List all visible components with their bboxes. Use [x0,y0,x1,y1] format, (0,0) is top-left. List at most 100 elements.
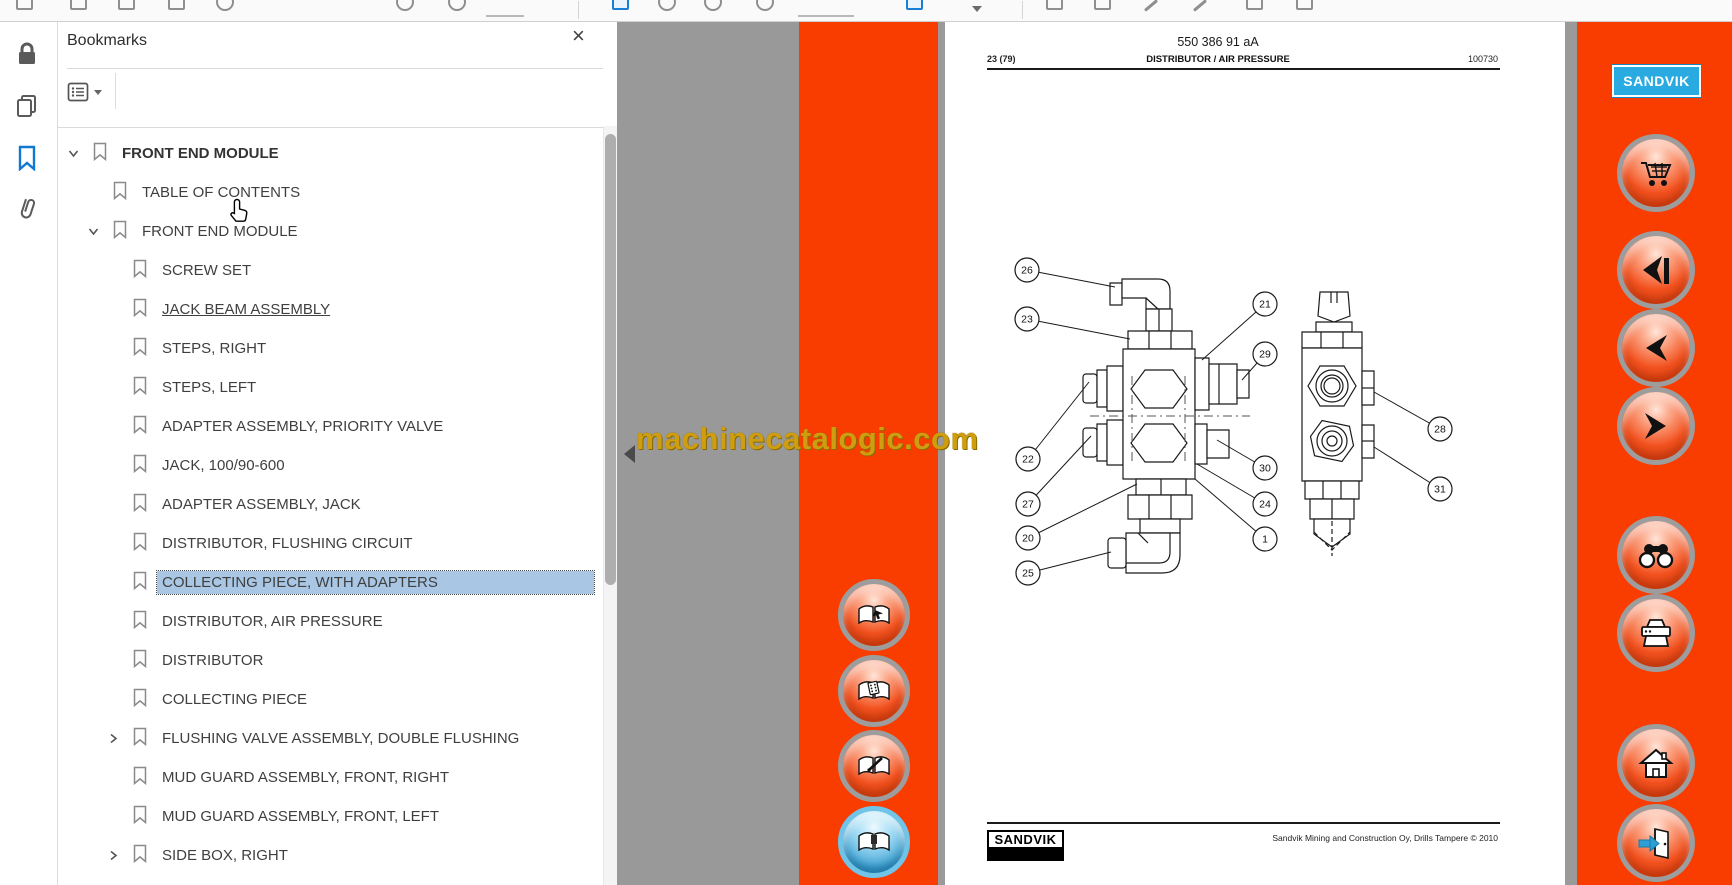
bookmark-item-label[interactable]: TABLE OF CONTENTS [137,181,305,204]
undo-icon[interactable] [396,0,414,11]
search-icon[interactable] [216,0,234,11]
catalog-pointer-button[interactable] [838,579,910,651]
bookmark-item[interactable]: TABLE OF CONTENTS [58,173,603,212]
expander-chevron-icon[interactable] [68,146,92,162]
first-page-button[interactable] [1617,231,1695,309]
zoom-level-field[interactable] [486,3,524,17]
stamp-tool-icon[interactable] [1246,0,1263,10]
bookmarks-panel-icon[interactable] [12,143,42,173]
callout-number: 1 [1262,534,1268,546]
lock-icon[interactable] [12,39,42,69]
bookmark-add-icon[interactable] [70,0,87,10]
expander-chevron-icon[interactable] [108,653,132,669]
bookmark-item[interactable]: ADAPTER ASSEMBLY, PRIORITY VALVE [58,407,603,446]
print-button[interactable] [1617,594,1695,672]
print-icon[interactable] [16,0,33,10]
catalog-tools-button[interactable] [838,730,910,802]
bookmark-item-label[interactable]: STEPS, LEFT [157,376,261,399]
bookmark-item-label[interactable]: MUD GUARD ASSEMBLY, FRONT, LEFT [157,805,444,828]
cart-button[interactable] [1617,134,1695,212]
bookmark-item-label[interactable]: DISTRIBUTOR [157,649,268,672]
bookmark-item-label[interactable]: ADAPTER ASSEMBLY, JACK [157,493,366,516]
bookmark-item-label[interactable]: COLLECTING PIECE [157,688,312,711]
bookmark-item[interactable]: FRONT END MODULE [58,134,603,173]
bookmark-item[interactable]: COLLECTING PIECE, WITH ADAPTERS [58,563,603,602]
expander-chevron-icon[interactable] [88,185,112,201]
bookmark-item[interactable]: MUD GUARD ASSEMBLY, FRONT, LEFT [58,797,603,836]
exit-button[interactable] [1617,804,1695,882]
expander-chevron-icon[interactable] [108,575,132,591]
zoom-in-icon[interactable] [756,0,774,11]
bookmark-item-label[interactable]: JACK, 100/90-600 [157,454,290,477]
collapse-panel-arrow-icon[interactable] [624,445,635,463]
hand-tool-icon[interactable] [658,0,676,11]
attachments-paperclip-icon[interactable] [12,194,42,224]
bookmark-item[interactable]: JACK, 100/90-600 [58,446,603,485]
expander-chevron-icon[interactable] [108,848,132,864]
bookmark-item[interactable]: COLLECTING PIECE [58,680,603,719]
expander-chevron-icon[interactable] [108,770,132,786]
expander-chevron-icon[interactable] [108,341,132,357]
expander-chevron-icon[interactable] [108,536,132,552]
catalog-calculator-button[interactable] [838,655,910,727]
select-tool-icon[interactable] [612,0,629,10]
previous-page-button[interactable] [1617,309,1695,387]
next-page-button[interactable] [1617,387,1695,465]
close-icon[interactable]: × [572,25,585,47]
comment-tool-icon[interactable] [1046,0,1063,10]
bookmark-item[interactable]: ADAPTER ASSEMBLY, JACK [58,485,603,524]
redo-icon[interactable] [448,0,466,11]
bookmark-item-label[interactable]: FLUSHING VALVE ASSEMBLY, DOUBLE FLUSHING [157,727,524,750]
bookmark-item[interactable]: MUD GUARD ASSEMBLY, FRONT, RIGHT [58,758,603,797]
bookmark-options-button[interactable] [67,79,107,105]
bookmark-item[interactable]: FRONT END MODULE [58,212,603,251]
edit-tool-icon[interactable] [1192,0,1208,12]
catalog-active-button[interactable] [838,806,910,878]
bookmark-item-label[interactable]: JACK BEAM ASSEMBLY [157,298,335,321]
bookmark-item[interactable]: FLUSHING VALVE ASSEMBLY, DOUBLE FLUSHING [58,719,603,758]
bookmark-item-label[interactable]: SIDE BOX, RIGHT [157,844,293,867]
expander-chevron-icon[interactable] [108,731,132,747]
expander-chevron-icon[interactable] [88,224,112,240]
bookmark-item[interactable]: JACK BEAM ASSEMBLY [58,290,603,329]
bookmark-item[interactable]: STEPS, RIGHT [58,329,603,368]
fill-sign-tool-icon[interactable] [1143,0,1159,12]
caret-down-icon[interactable] [972,6,982,12]
crosshair-icon[interactable] [118,0,135,10]
highlight-tool-icon[interactable] [1094,0,1111,10]
scrollbar-thumb[interactable] [605,134,616,585]
bookmark-item-label[interactable]: COLLECTING PIECE, WITH ADAPTERS [156,570,595,595]
pages-copy-icon[interactable] [12,91,42,121]
zoom-out-icon[interactable] [704,0,722,11]
panel-scrollbar[interactable] [603,126,617,885]
expander-chevron-icon[interactable] [108,302,132,318]
bookmark-item-label[interactable]: DISTRIBUTOR, FLUSHING CIRCUIT [157,532,418,555]
bookmark-item-label[interactable]: FRONT END MODULE [137,220,303,243]
home-button[interactable] [1617,724,1695,802]
expander-chevron-icon[interactable] [108,809,132,825]
bookmark-item-label[interactable]: SCREW SET [157,259,256,282]
bookmark-item-label[interactable]: STEPS, RIGHT [157,337,271,360]
bookmark-item-label[interactable]: ADAPTER ASSEMBLY, PRIORITY VALVE [157,415,448,438]
expander-chevron-icon[interactable] [108,419,132,435]
bookmark-item-label[interactable]: DISTRIBUTOR, AIR PRESSURE [157,610,388,633]
expander-chevron-icon[interactable] [108,614,132,630]
expander-chevron-icon[interactable] [108,263,132,279]
search-binoculars-button[interactable] [1617,516,1695,594]
expander-chevron-icon[interactable] [108,380,132,396]
save-icon[interactable] [168,0,185,10]
bookmark-item-label[interactable]: MUD GUARD ASSEMBLY, FRONT, RIGHT [157,766,454,789]
expander-chevron-icon[interactable] [108,692,132,708]
page-number-field[interactable] [798,3,854,17]
expander-chevron-icon[interactable] [108,497,132,513]
page-view-icon[interactable] [906,0,923,10]
bookmark-item[interactable]: DISTRIBUTOR [58,641,603,680]
bookmark-item-label[interactable]: FRONT END MODULE [117,142,284,165]
bookmark-item[interactable]: DISTRIBUTOR, FLUSHING CIRCUIT [58,524,603,563]
bookmark-item[interactable]: DISTRIBUTOR, AIR PRESSURE [58,602,603,641]
expander-chevron-icon[interactable] [108,458,132,474]
bookmark-item[interactable]: STEPS, LEFT [58,368,603,407]
more-tools-icon[interactable] [1296,0,1313,10]
bookmark-item[interactable]: SCREW SET [58,251,603,290]
bookmark-item[interactable]: SIDE BOX, RIGHT [58,836,603,875]
